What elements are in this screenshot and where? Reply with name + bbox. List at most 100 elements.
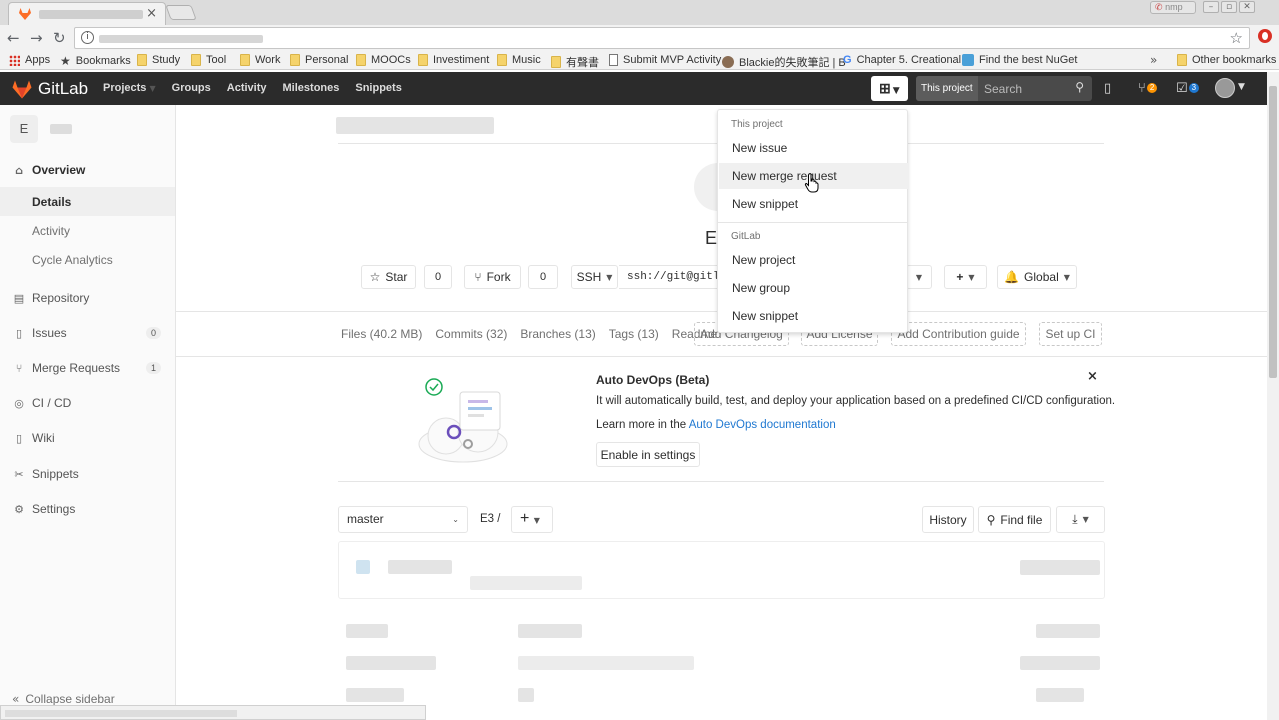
nav-projects[interactable]: Projects ▼ — [103, 82, 156, 94]
branch-selector[interactable]: master ⌄ — [338, 506, 468, 533]
menu-item-new-project[interactable]: New project — [719, 247, 908, 273]
file-date-blurred — [1036, 624, 1100, 638]
browser-tab[interactable]: × — [8, 2, 166, 25]
menu-item-new-group[interactable]: New group — [719, 275, 908, 301]
sidebar-item-issues[interactable]: ▯ Issues 0 — [0, 318, 175, 348]
bookmark-other[interactable]: Other bookmarks — [1177, 54, 1276, 66]
menu-item-new-issue[interactable]: New issue — [719, 135, 908, 161]
bookmark-personal[interactable]: Personal — [290, 54, 348, 66]
bookmark-audiobooks[interactable]: 有聲書 — [551, 54, 599, 70]
page-scrollbar[interactable] — [1267, 72, 1279, 720]
search-input[interactable]: Search — [984, 82, 1022, 96]
download-dropdown-caret[interactable]: ▼ — [906, 265, 932, 289]
reload-icon[interactable]: ↻ — [53, 29, 66, 47]
bookmark-investiment[interactable]: Investiment — [418, 54, 489, 66]
new-item-dropdown-menu: This project New issue New merge request… — [717, 109, 908, 333]
omnibox[interactable]: i ☆ — [74, 27, 1250, 49]
restore-icon[interactable]: ▫ — [1221, 1, 1237, 13]
gitlab-brand: GitLab — [38, 79, 89, 98]
bookmark-blackie[interactable]: Blackie的失敗筆記 | B — [722, 54, 846, 70]
bookmark-star-icon[interactable]: ☆ — [1230, 29, 1243, 47]
notification-dropdown[interactable]: 🔔 Global ▼ — [997, 265, 1077, 289]
todos-icon[interactable]: ☑ 3 — [1176, 81, 1200, 96]
user-avatar[interactable] — [1215, 78, 1235, 98]
project-name-blurred — [50, 124, 72, 134]
site-info-icon[interactable]: i — [81, 31, 94, 44]
stat-commits[interactable]: Commits (32) — [435, 327, 507, 341]
sidebar-subitem-details[interactable]: Details — [0, 187, 175, 216]
bookmarks-bar: Apps ★ Bookmarks Study Tool Work Personal… — [0, 51, 1279, 70]
clone-protocol-dropdown[interactable]: SSH ▼ — [571, 265, 618, 289]
issues-icon[interactable]: ▯ — [1104, 81, 1111, 96]
fork-button[interactable]: ⑂ Fork — [464, 265, 521, 289]
close-window-icon[interactable]: ✕ — [1239, 1, 1255, 13]
new-dropdown-button[interactable]: ⊞ ▼ — [871, 76, 908, 101]
repo-path-breadcrumb[interactable]: E3 / — [480, 513, 500, 525]
sidebar-subitem-cycle-analytics[interactable]: Cycle Analytics — [0, 245, 175, 274]
add-contribution-guide-button[interactable]: Add Contribution guide — [891, 322, 1026, 346]
enable-in-settings-button[interactable]: Enable in settings — [596, 442, 700, 467]
bookmark-study[interactable]: Study — [137, 54, 180, 66]
bookmark-submit-mvp[interactable]: Submit MVP Activity — [609, 54, 721, 66]
sidebar-item-settings[interactable]: ⚙ Settings — [0, 494, 175, 524]
menu-item-new-snippet-project[interactable]: New snippet — [719, 191, 908, 217]
new-tab-button[interactable] — [165, 5, 197, 20]
bookmark-music[interactable]: Music — [497, 54, 541, 66]
nav-milestones[interactable]: Milestones — [283, 82, 340, 94]
bookmark-nuget[interactable]: Find the best NuGet — [962, 54, 1077, 66]
bookmark-bookmarks[interactable]: ★ Bookmarks — [60, 54, 131, 68]
file-row-blurred[interactable] — [346, 656, 436, 670]
sidebar-item-merge-requests[interactable]: ⑂ Merge Requests 1 — [0, 353, 175, 383]
page-icon — [609, 54, 618, 66]
find-file-button[interactable]: ⚲ Find file — [978, 506, 1051, 533]
download-button[interactable]: ⤓ ▼ — [1056, 506, 1105, 533]
tab-close-icon[interactable]: × — [146, 6, 157, 21]
menu-item-new-snippet-global[interactable]: New snippet — [719, 303, 908, 329]
gitlab-logo[interactable]: GitLab — [12, 79, 88, 99]
stat-tags[interactable]: Tags (13) — [609, 327, 659, 341]
star-count[interactable]: 0 — [424, 265, 452, 289]
close-icon[interactable]: × — [1087, 369, 1098, 384]
set-up-ci-button[interactable]: Set up CI — [1039, 322, 1102, 346]
merge-requests-icon[interactable]: ⑂ 2 — [1138, 81, 1158, 96]
history-button[interactable]: History — [922, 506, 974, 533]
window-user-badge[interactable]: ✆ nmp — [1150, 1, 1196, 14]
bookmark-moocs[interactable]: MOOCs — [356, 54, 411, 66]
sidebar-item-repository[interactable]: ▤ Repository — [0, 283, 175, 313]
fork-count[interactable]: 0 — [528, 265, 558, 289]
sidebar-item-overview[interactable]: ⌂ Overview — [0, 155, 175, 185]
sidebar-project-header[interactable]: E — [10, 115, 72, 143]
star-button[interactable]: ☆ Star — [361, 265, 416, 289]
sidebar-item-ci-cd[interactable]: ◎ CI / CD — [0, 388, 175, 418]
bookmark-work[interactable]: Work — [240, 54, 280, 66]
extension-icon[interactable] — [1258, 29, 1272, 43]
collapse-sidebar-button[interactable]: « Collapse sidebar — [12, 692, 115, 706]
back-arrow-icon[interactable]: ← — [7, 29, 20, 47]
forward-arrow-icon[interactable]: → — [30, 29, 43, 47]
search-scope[interactable]: This project — [916, 76, 978, 101]
double-chevron-left-icon: « — [12, 692, 20, 706]
nav-snippets[interactable]: Snippets — [355, 82, 401, 94]
chevron-down-icon[interactable]: ▼ — [1238, 82, 1245, 92]
clone-url-input[interactable]: ssh://git@gitla — [619, 265, 729, 289]
search-box[interactable]: This project Search ⚲ — [916, 76, 1092, 101]
sidebar-item-wiki[interactable]: ▯ Wiki — [0, 423, 175, 453]
devops-docs-link[interactable]: Auto DevOps documentation — [689, 419, 836, 431]
add-file-dropdown[interactable]: + ▼ — [511, 506, 553, 533]
file-row-blurred[interactable] — [346, 688, 404, 702]
sidebar-subitem-activity[interactable]: Activity — [0, 216, 175, 245]
file-row-blurred[interactable] — [346, 624, 388, 638]
bookmark-chapter5[interactable]: G Chapter 5. Creational — [843, 54, 961, 66]
nav-activity[interactable]: Activity — [227, 82, 267, 94]
bookmark-apps[interactable]: Apps — [9, 54, 50, 66]
stat-branches[interactable]: Branches (13) — [520, 327, 595, 341]
todo-count-badge: 3 — [1188, 83, 1200, 93]
nav-groups[interactable]: Groups — [172, 82, 211, 94]
scrollbar-thumb[interactable] — [1269, 86, 1277, 378]
sidebar-item-snippets[interactable]: ✂ Snippets — [0, 459, 175, 489]
bookmark-tool[interactable]: Tool — [191, 54, 226, 66]
minimize-icon[interactable]: – — [1203, 1, 1219, 13]
stat-files[interactable]: Files (40.2 MB) — [341, 327, 422, 341]
add-dropdown-button[interactable]: + ▼ — [944, 265, 987, 289]
more-bookmarks-icon[interactable]: » — [1150, 53, 1157, 67]
